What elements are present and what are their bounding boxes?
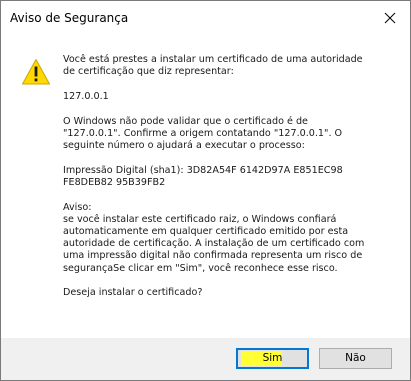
host-text: 127.0.0.1 [63, 90, 109, 102]
no-button[interactable]: Não [319, 348, 392, 369]
thumbprint-text: Impressão Digital (sha1): 3D82A54F 6142D… [63, 164, 343, 188]
security-warning-dialog: Aviso de Segurança Você está prestes a i… [0, 0, 411, 381]
no-button-label: Não [345, 352, 366, 364]
warning-text: Aviso: se você instalar este certificado… [63, 201, 365, 274]
validation-text: O Windows não pode validar que o certifi… [63, 115, 343, 152]
close-icon [384, 12, 396, 24]
title-bar: Aviso de Segurança [1, 1, 410, 35]
close-button[interactable] [370, 1, 410, 35]
message-body: Você está prestes a instalar um certific… [63, 54, 393, 312]
dialog-title: Aviso de Segurança [10, 11, 129, 25]
question-text: Deseja instalar o certificado? [63, 287, 203, 299]
yes-button-label: Sim [262, 352, 283, 364]
warning-icon [22, 59, 50, 85]
button-bar: Sim Não [1, 338, 410, 380]
intro-text: Você está prestes a instalar um certific… [63, 54, 363, 78]
yes-button[interactable]: Sim [236, 348, 309, 369]
